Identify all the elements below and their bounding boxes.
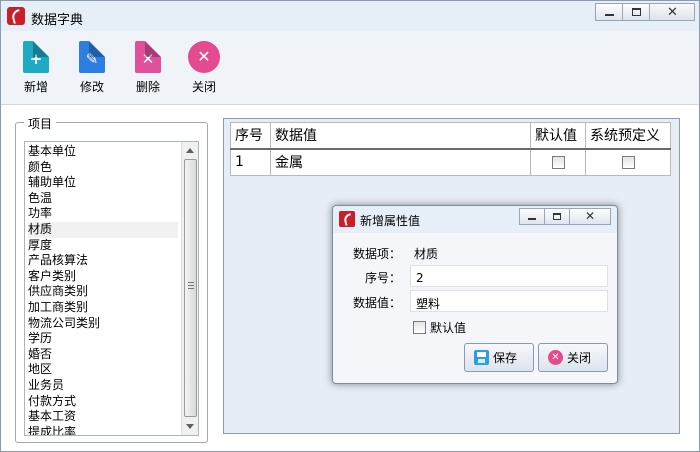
delete-document-icon: ✕ — [135, 41, 161, 73]
default-checkbox[interactable] — [551, 155, 565, 169]
list-item[interactable]: 颜色 — [28, 160, 178, 176]
items-group: 项目 基本单位 颜色 辅助单位 色温 功率 材质 厚度 产品核算法 客户类别 供应商类别 加工商类别… — [15, 115, 208, 443]
list-item[interactable]: 辅助单位 — [28, 175, 178, 191]
list-item[interactable]: 业务员 — [28, 378, 178, 394]
default-option[interactable]: 默认值 — [413, 319, 466, 336]
close-button[interactable]: ✕ 关闭 — [184, 41, 224, 95]
dialog-default-checkbox[interactable] — [413, 321, 426, 334]
column-header-system[interactable]: 系统预定义 — [585, 122, 671, 150]
dialog-minimize-button[interactable] — [519, 208, 545, 225]
add-button[interactable]: + 新增 — [16, 41, 56, 95]
system-checkbox[interactable] — [621, 155, 635, 169]
minimize-button[interactable] — [595, 3, 623, 21]
close-circle-icon: ✕ — [548, 350, 563, 365]
window-title: 数据字典 — [31, 13, 84, 28]
cell-system — [585, 148, 671, 176]
dialog-close-button[interactable]: ✕ 关闭 — [538, 343, 608, 372]
value-label: 数据值： — [352, 296, 401, 310]
scroll-down-icon[interactable] — [186, 424, 194, 429]
edit-button-label: 修改 — [79, 80, 104, 94]
table-row[interactable]: 1 金属 — [230, 148, 671, 176]
edit-button[interactable]: ✎ 修改 — [72, 41, 112, 95]
close-button-label: 关闭 — [191, 80, 216, 94]
maximize-icon — [553, 213, 561, 220]
scroll-thumb[interactable] — [184, 159, 197, 417]
minimize-icon — [528, 218, 536, 220]
grip-icon — [188, 282, 194, 289]
maximize-icon — [632, 8, 641, 16]
scroll-up-icon[interactable] — [186, 148, 194, 153]
seq-input[interactable] — [410, 265, 608, 287]
list-item[interactable]: 供应商类别 — [28, 284, 178, 300]
column-header-seq[interactable]: 序号 — [230, 122, 271, 150]
grid-header-row: 序号 数据值 默认值 系统预定义 — [230, 122, 671, 150]
edit-document-icon: ✎ — [79, 41, 105, 73]
cell-seq: 1 — [230, 148, 271, 176]
list-item[interactable]: 功率 — [28, 206, 178, 222]
list-item[interactable]: 基本单位 — [28, 144, 178, 160]
value-input[interactable] — [410, 290, 608, 312]
data-dictionary-window: 数据字典 ✕ + 新增 ✎ 修改 ✕ 删除 ✕ 关闭 项目 基本单位 颜色 辅助单位… — [0, 0, 700, 452]
dialog-title-bar[interactable]: 新增属性值 ✕ — [333, 206, 617, 233]
list-item[interactable]: 加工商类别 — [28, 300, 178, 316]
cell-value: 金属 — [270, 148, 531, 176]
title-bar[interactable]: 数据字典 ✕ — [1, 1, 699, 31]
add-attribute-dialog: 新增属性值 ✕ 数据项： 材质 序号： 数据值： 默认值 保存 ✕ 关闭 — [332, 205, 618, 384]
list-item[interactable]: 客户类别 — [28, 269, 178, 285]
minimize-icon — [605, 14, 614, 16]
dialog-window-controls: ✕ — [519, 208, 611, 225]
list-item[interactable]: 付款方式 — [28, 394, 178, 410]
app-logo-icon — [339, 211, 355, 227]
save-button[interactable]: 保存 — [464, 343, 534, 372]
save-button-label: 保存 — [493, 351, 518, 365]
close-icon: ✕ — [667, 5, 678, 20]
dialog-close-button-label: 关闭 — [567, 351, 592, 365]
delete-button[interactable]: ✕ 删除 — [128, 41, 168, 95]
seq-label: 序号： — [364, 271, 401, 285]
toolbar: + 新增 ✎ 修改 ✕ 删除 ✕ 关闭 — [1, 31, 699, 105]
items-group-legend: 项目 — [24, 115, 57, 132]
list-item[interactable]: 物流公司类别 — [28, 316, 178, 332]
add-button-label: 新增 — [23, 80, 48, 94]
list-item[interactable]: 产品核算法 — [28, 253, 178, 269]
close-window-button[interactable]: ✕ — [649, 3, 695, 21]
column-header-default[interactable]: 默认值 — [530, 122, 586, 150]
cell-default — [530, 148, 586, 176]
list-item[interactable]: 提成比率 — [28, 425, 178, 435]
list-item[interactable]: 色温 — [28, 191, 178, 207]
list-item[interactable]: 地区 — [28, 362, 178, 378]
close-circle-icon: ✕ — [188, 41, 220, 73]
items-listbox[interactable]: 基本单位 颜色 辅助单位 色温 功率 材质 厚度 产品核算法 客户类别 供应商类别 加工商类别 物流公… — [24, 141, 199, 436]
list-item[interactable]: 材质 — [28, 221, 178, 238]
column-header-value[interactable]: 数据值 — [270, 122, 531, 150]
maximize-button[interactable] — [622, 3, 650, 21]
delete-button-label: 删除 — [135, 80, 160, 94]
close-icon: ✕ — [585, 209, 596, 223]
list-item[interactable]: 基本工资 — [28, 409, 178, 425]
items-list: 基本单位 颜色 辅助单位 色温 功率 材质 厚度 产品核算法 客户类别 供应商类别 加工商类别 物流公… — [28, 144, 178, 435]
item-label: 数据项： — [352, 247, 401, 261]
add-document-icon: + — [23, 41, 49, 73]
save-icon — [474, 350, 489, 365]
items-scrollbar[interactable] — [181, 142, 198, 435]
dialog-maximize-button[interactable] — [544, 208, 570, 225]
window-controls: ✕ — [595, 3, 695, 21]
dialog-default-label: 默认值 — [430, 321, 467, 335]
dialog-close-window-button[interactable]: ✕ — [569, 208, 611, 225]
app-logo-icon — [7, 7, 25, 25]
item-value: 材质 — [414, 247, 439, 261]
list-item[interactable]: 婚否 — [28, 347, 178, 363]
data-grid: 序号 数据值 默认值 系统预定义 1 金属 — [230, 122, 671, 176]
dialog-title: 新增属性值 — [360, 214, 421, 228]
list-item[interactable]: 学历 — [28, 331, 178, 347]
list-item[interactable]: 厚度 — [28, 238, 178, 254]
